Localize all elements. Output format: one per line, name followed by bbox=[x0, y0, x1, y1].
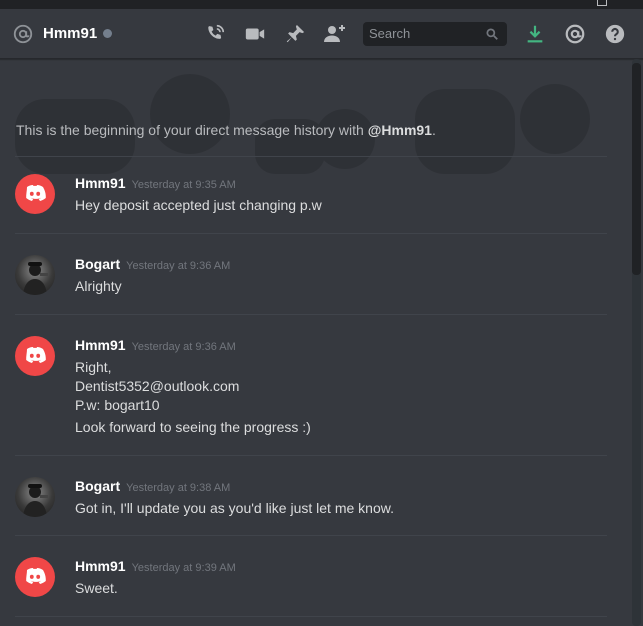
search-input[interactable]: Search bbox=[363, 22, 507, 46]
message-timestamp: Yesterday at 9:39 AM bbox=[131, 562, 236, 574]
window-titlebar bbox=[0, 0, 643, 9]
message-divider bbox=[15, 535, 607, 536]
search-icon bbox=[485, 27, 499, 46]
mentions-icon[interactable] bbox=[563, 22, 587, 46]
discord-logo-icon[interactable] bbox=[15, 557, 55, 597]
discord-logo-icon[interactable] bbox=[15, 336, 55, 376]
message-group: Hmm91 Yesterday at 9:36 AM Right, Dentist… bbox=[0, 336, 631, 446]
message-author[interactable]: Hmm91 Yesterday at 9:39 AM bbox=[75, 557, 236, 577]
message-text: Look forward to seeing the progress :) bbox=[75, 419, 311, 435]
help-icon[interactable] bbox=[603, 22, 627, 46]
download-apps-icon[interactable] bbox=[523, 22, 547, 46]
message-list[interactable]: This is the beginning of your direct mes… bbox=[0, 59, 631, 626]
search-placeholder: Search bbox=[369, 26, 411, 41]
message-timestamp: Yesterday at 9:36 AM bbox=[126, 260, 231, 272]
start-voice-call-icon[interactable] bbox=[203, 22, 227, 46]
message-text: Got in, I'll update you as you'd like ju… bbox=[75, 500, 394, 516]
message-text: Right, bbox=[75, 359, 112, 375]
message-divider bbox=[15, 616, 607, 617]
message-text: Alrighty bbox=[75, 278, 122, 294]
message-author[interactable]: Bogart Yesterday at 9:38 AM bbox=[75, 477, 230, 497]
message-divider bbox=[15, 455, 607, 456]
message-divider bbox=[15, 314, 607, 315]
message-divider bbox=[15, 233, 607, 234]
user-avatar-bogart[interactable] bbox=[15, 477, 55, 517]
message-author[interactable]: Hmm91 Yesterday at 9:36 AM bbox=[75, 336, 236, 356]
intro-period: . bbox=[431, 122, 436, 138]
offline-status-icon bbox=[103, 29, 112, 38]
pinned-messages-icon[interactable] bbox=[283, 22, 307, 46]
message-group: Bogart Yesterday at 9:38 AM Got in, I'll … bbox=[0, 477, 631, 537]
user-avatar-bogart[interactable] bbox=[15, 255, 55, 295]
message-author[interactable]: Hmm91 Yesterday at 9:35 AM bbox=[75, 174, 236, 194]
message-text: P.w: bogart10 bbox=[75, 397, 160, 413]
at-sign-icon bbox=[12, 23, 34, 45]
message-group: Hmm91 Yesterday at 9:39 AM Sweet. bbox=[0, 557, 631, 617]
dm-recipient-name: Hmm91 bbox=[43, 25, 98, 42]
dm-history-intro: This is the beginning of your direct mes… bbox=[16, 121, 436, 139]
start-video-call-icon[interactable] bbox=[243, 22, 267, 46]
message-divider bbox=[15, 156, 607, 157]
intro-mention[interactable]: @Hmm91 bbox=[368, 122, 432, 138]
discord-logo-icon[interactable] bbox=[15, 174, 55, 214]
message-text: Dentist5352@outlook.com bbox=[75, 378, 240, 394]
channel-header: Hmm91 Search bbox=[0, 9, 643, 59]
message-timestamp: Yesterday at 9:35 AM bbox=[131, 179, 236, 191]
maximize-window-button[interactable] bbox=[597, 0, 607, 6]
message-text: Hey deposit accepted just changing p.w bbox=[75, 197, 322, 213]
message-author[interactable]: Bogart Yesterday at 9:36 AM bbox=[75, 255, 230, 275]
message-timestamp: Yesterday at 9:36 AM bbox=[131, 341, 236, 353]
message-timestamp: Yesterday at 9:38 AM bbox=[126, 482, 231, 494]
message-text: Sweet. bbox=[75, 580, 118, 596]
add-friend-to-dm-icon[interactable] bbox=[323, 22, 347, 46]
message-group: Hmm91 Yesterday at 9:35 AM Hey deposit ac… bbox=[0, 174, 631, 234]
message-group: Bogart Yesterday at 9:36 AM Alrighty bbox=[0, 255, 631, 315]
scrollbar-thumb[interactable] bbox=[632, 63, 641, 275]
intro-text: This is the beginning of your direct mes… bbox=[16, 122, 368, 138]
